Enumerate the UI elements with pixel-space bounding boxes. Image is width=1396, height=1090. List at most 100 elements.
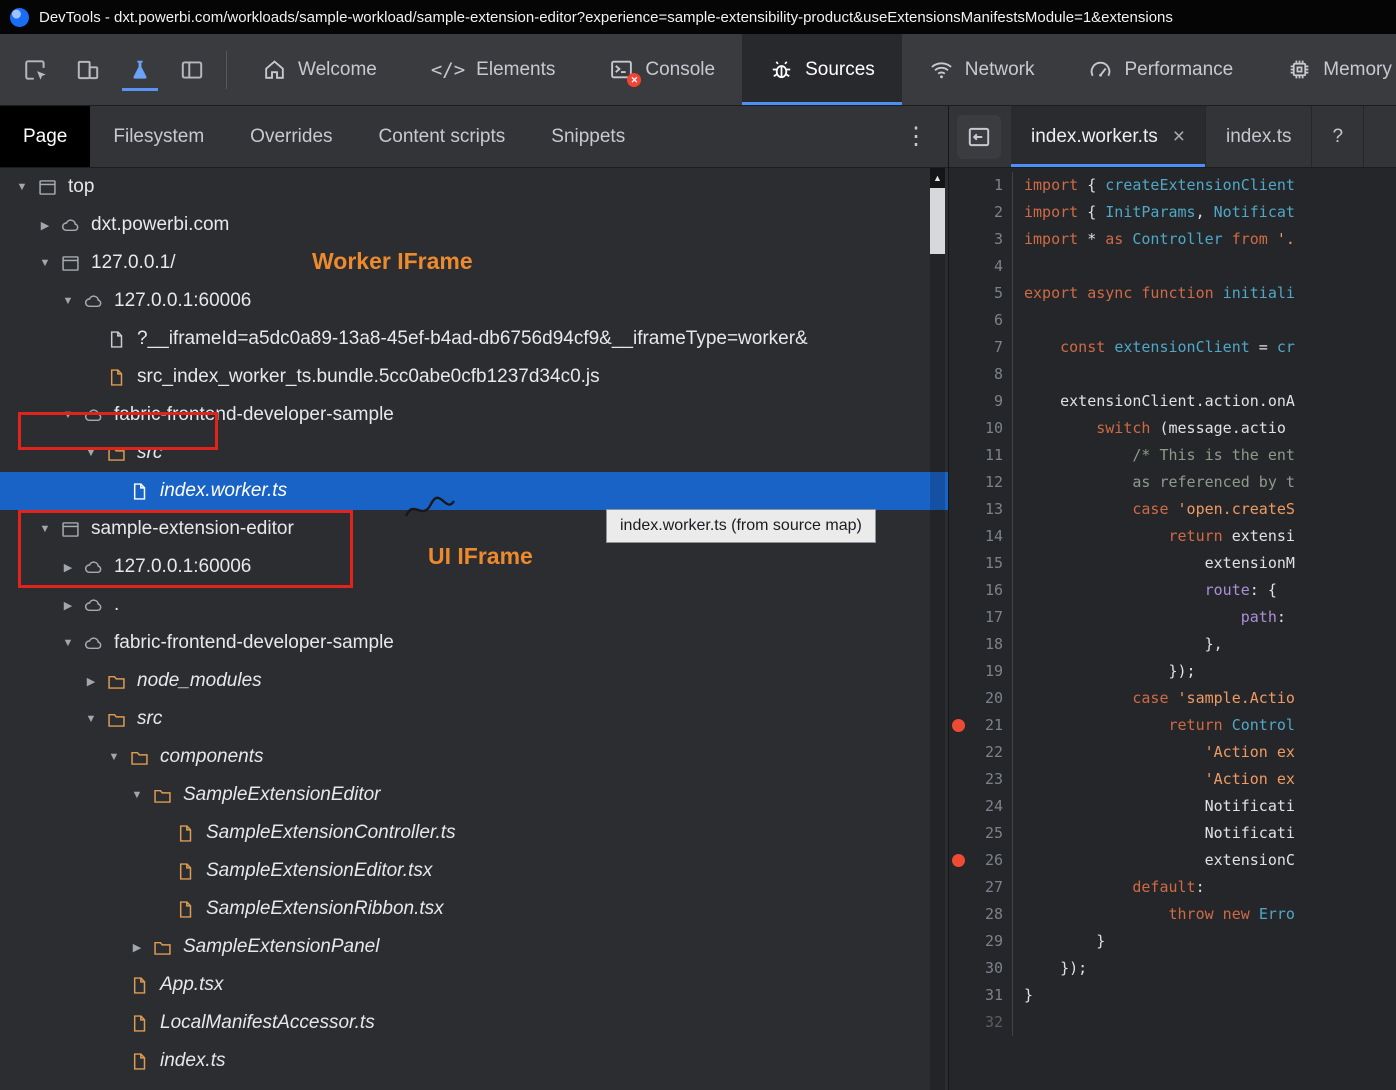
breakpoint-gutter-empty[interactable]: [949, 307, 969, 334]
expander-open-icon[interactable]: ▼: [125, 789, 149, 801]
line-number[interactable]: 14: [969, 523, 1013, 550]
tree-item-sampleextensionpanel[interactable]: ▶SampleExtensionPanel: [0, 928, 948, 966]
line-number[interactable]: 11: [969, 442, 1013, 469]
breakpoint-gutter-empty[interactable]: [949, 523, 969, 550]
line-number[interactable]: 5: [969, 280, 1013, 307]
line-number[interactable]: 19: [969, 658, 1013, 685]
more-options-icon[interactable]: ⋮: [884, 106, 948, 167]
breakpoint-gutter-empty[interactable]: [949, 172, 969, 199]
breakpoint-gutter-empty[interactable]: [949, 1009, 969, 1036]
breakpoint-gutter-empty[interactable]: [949, 874, 969, 901]
breakpoint-gutter-empty[interactable]: [949, 334, 969, 361]
navigator-tab-snippets[interactable]: Snippets: [528, 106, 648, 167]
breakpoint-icon[interactable]: [952, 719, 965, 732]
line-number[interactable]: 30: [969, 955, 1013, 982]
line-number[interactable]: 29: [969, 928, 1013, 955]
scrollbar-thumb[interactable]: [930, 188, 945, 254]
breakpoint-gutter-empty[interactable]: [949, 766, 969, 793]
line-number[interactable]: 3: [969, 226, 1013, 253]
tab-elements[interactable]: </>Elements: [404, 34, 583, 105]
breakpoint-gutter-empty[interactable]: [949, 955, 969, 982]
tab-network[interactable]: Network: [902, 34, 1062, 105]
device-icon[interactable]: [70, 49, 106, 91]
tree-item-dxt-powerbi-com[interactable]: ▶dxt.powerbi.com: [0, 206, 948, 244]
line-number[interactable]: 18: [969, 631, 1013, 658]
line-number[interactable]: 20: [969, 685, 1013, 712]
editor-tab-index-ts[interactable]: index.ts: [1206, 106, 1312, 167]
tab-console[interactable]: ✕Console: [582, 34, 742, 105]
breakpoint-gutter[interactable]: [949, 847, 969, 874]
line-number[interactable]: 10: [969, 415, 1013, 442]
tab-performance[interactable]: Performance: [1061, 34, 1260, 105]
line-number[interactable]: 1: [969, 172, 1013, 199]
line-number[interactable]: 16: [969, 577, 1013, 604]
breakpoint-gutter-empty[interactable]: [949, 928, 969, 955]
expander-closed-icon[interactable]: ▶: [33, 219, 57, 232]
editor-tab-[interactable]: ?: [1312, 106, 1364, 167]
tree-scrollbar[interactable]: ▲: [930, 168, 945, 1090]
line-number[interactable]: 2: [969, 199, 1013, 226]
breakpoint-gutter-empty[interactable]: [949, 469, 969, 496]
line-number[interactable]: 26: [969, 847, 1013, 874]
breakpoint-gutter-empty[interactable]: [949, 226, 969, 253]
tree-item-sampleextensionribbon-tsx[interactable]: SampleExtensionRibbon.tsx: [0, 890, 948, 928]
line-number[interactable]: 8: [969, 361, 1013, 388]
breakpoint-gutter-empty[interactable]: [949, 577, 969, 604]
flask-icon[interactable]: [122, 49, 158, 91]
breakpoint-gutter-empty[interactable]: [949, 658, 969, 685]
line-number[interactable]: 21: [969, 712, 1013, 739]
tree-item-sampleextensioneditor-tsx[interactable]: SampleExtensionEditor.tsx: [0, 852, 948, 890]
line-number[interactable]: 28: [969, 901, 1013, 928]
expander-closed-icon[interactable]: ▶: [125, 941, 149, 954]
navigator-tab-filesystem[interactable]: Filesystem: [90, 106, 227, 167]
expander-open-icon[interactable]: ▼: [79, 713, 103, 725]
tree-item-top[interactable]: ▼top: [0, 168, 948, 206]
tree-item-sampleextensioncontroller-ts[interactable]: SampleExtensionController.ts: [0, 814, 948, 852]
tree-item-fabric-frontend-developer-sample[interactable]: ▼fabric-frontend-developer-sample: [0, 624, 948, 662]
tree-item-src-index-worker-ts-bundle-5cc0abe0cfb1237d34c0-js[interactable]: src_index_worker_ts.bundle.5cc0abe0cfb12…: [0, 358, 948, 396]
breakpoint-gutter-empty[interactable]: [949, 253, 969, 280]
expander-open-icon[interactable]: ▼: [10, 181, 34, 193]
tree-item-app-tsx[interactable]: App.tsx: [0, 966, 948, 1004]
breakpoint-gutter-empty[interactable]: [949, 739, 969, 766]
dock-icon[interactable]: [174, 49, 210, 91]
tree-item-components[interactable]: ▼components: [0, 738, 948, 776]
expander-closed-icon[interactable]: ▶: [79, 675, 103, 688]
tree-item-index-ts[interactable]: index.ts: [0, 1042, 948, 1080]
line-number[interactable]: 27: [969, 874, 1013, 901]
breakpoint-gutter-empty[interactable]: [949, 631, 969, 658]
breakpoint-gutter-empty[interactable]: [949, 496, 969, 523]
tree-item-index-worker-ts[interactable]: index.worker.ts: [0, 472, 948, 510]
tree-item-node-modules[interactable]: ▶node_modules: [0, 662, 948, 700]
breakpoint-gutter-empty[interactable]: [949, 415, 969, 442]
inspect-icon[interactable]: [18, 49, 54, 91]
navigator-toggle-icon[interactable]: [957, 115, 1001, 159]
breakpoint-gutter-empty[interactable]: [949, 199, 969, 226]
breakpoint-gutter-empty[interactable]: [949, 982, 969, 1009]
line-number[interactable]: 6: [969, 307, 1013, 334]
tab-sources[interactable]: Sources: [742, 34, 902, 105]
line-number[interactable]: 15: [969, 550, 1013, 577]
tab-memory[interactable]: Memory: [1260, 34, 1396, 105]
line-number[interactable]: 4: [969, 253, 1013, 280]
expander-open-icon[interactable]: ▼: [33, 257, 57, 269]
line-number[interactable]: 22: [969, 739, 1013, 766]
navigator-tab-page[interactable]: Page: [0, 106, 90, 167]
line-number[interactable]: 25: [969, 820, 1013, 847]
editor-tab-index-worker-ts[interactable]: index.worker.ts×: [1011, 106, 1206, 167]
tree-item-src[interactable]: ▼src: [0, 700, 948, 738]
tree-item-127-0-0-1-60006[interactable]: ▼127.0.0.1:60006: [0, 282, 948, 320]
navigator-tab-overrides[interactable]: Overrides: [227, 106, 355, 167]
breakpoint-gutter-empty[interactable]: [949, 442, 969, 469]
line-number[interactable]: 12: [969, 469, 1013, 496]
tree-item-[interactable]: ▶.: [0, 586, 948, 624]
line-number[interactable]: 7: [969, 334, 1013, 361]
tree-item-localmanifestaccessor-ts[interactable]: LocalManifestAccessor.ts: [0, 1004, 948, 1042]
breakpoint-icon[interactable]: [952, 854, 965, 867]
breakpoint-gutter-empty[interactable]: [949, 901, 969, 928]
code-editor[interactable]: 1import { createExtensionClient2import {…: [949, 168, 1396, 1090]
breakpoint-gutter-empty[interactable]: [949, 280, 969, 307]
tree-item-127-0-0-1[interactable]: ▼127.0.0.1/: [0, 244, 948, 282]
breakpoint-gutter-empty[interactable]: [949, 793, 969, 820]
line-number[interactable]: 32: [969, 1009, 1013, 1036]
